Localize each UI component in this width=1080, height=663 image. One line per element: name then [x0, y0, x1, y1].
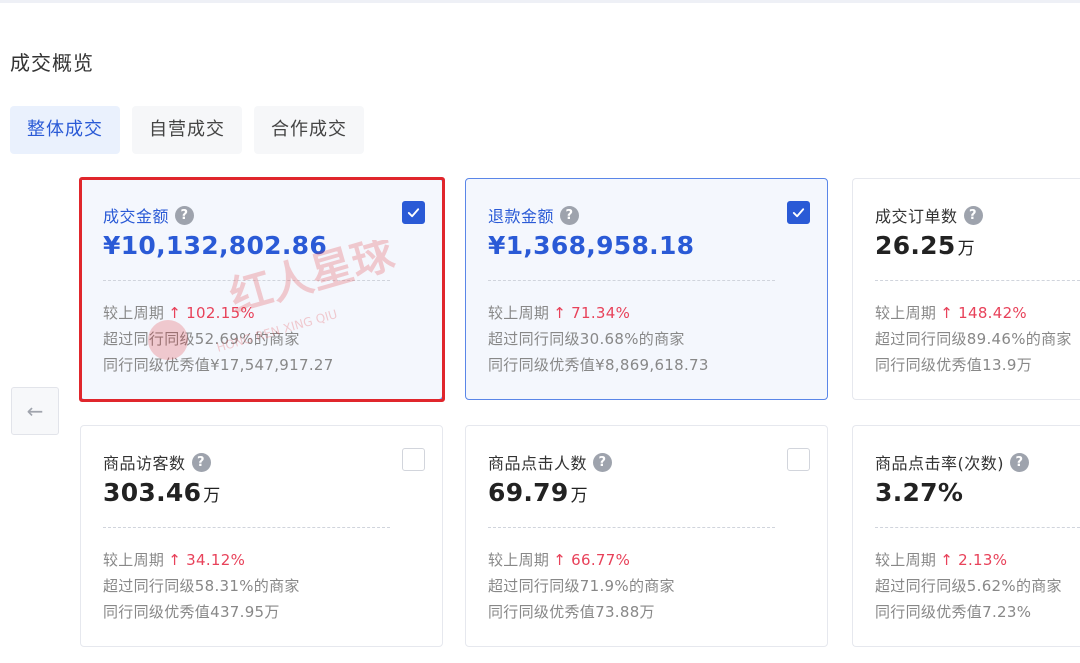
card-value: ¥10,132,802.86: [103, 231, 329, 260]
tab-self-operated[interactable]: 自营成交: [132, 106, 242, 154]
card-title-label: 成交订单数: [875, 207, 958, 226]
card-value: 69.79 万: [488, 478, 588, 507]
dashed-divider: [488, 527, 775, 528]
card-value-number: ¥10,132,802.86: [103, 231, 328, 260]
metric-card-refund[interactable]: 退款金额 ? ¥1,368,958.18 较上周期 ↑ 71.34% 超过同行同级…: [465, 178, 828, 400]
compare-row: 较上周期 ↑ 66.77%: [488, 549, 630, 570]
tab-overall[interactable]: 整体成交: [10, 106, 120, 154]
card-value-number: 69.79: [488, 478, 569, 507]
metric-card-gmv[interactable]: 成交金额 ? ¥10,132,802.86 较上周期 ↑ 102.15% 超过同行…: [79, 177, 445, 402]
metric-card-orders[interactable]: 成交订单数 ? 26.25 万 较上周期 ↑ 148.42% 超过同行同级89.46…: [852, 178, 1080, 400]
card-value: 26.25 万: [875, 231, 975, 260]
check-icon: [792, 208, 805, 218]
compare-label: 较上周期: [103, 304, 165, 322]
top-divider: [0, 0, 1080, 3]
arrow-left-icon: ←: [26, 399, 44, 423]
dashed-divider: [488, 280, 775, 281]
compare-row: 较上周期 ↑ 34.12%: [103, 549, 245, 570]
peer-beat-text: 超过同行同级5.62%的商家: [875, 577, 1062, 595]
compare-label: 较上周期: [875, 551, 937, 569]
card-title: 商品点击率(次数) ?: [875, 450, 1029, 474]
card-title: 退款金额 ?: [488, 203, 580, 227]
metric-card-visitors[interactable]: 商品访客数 ? 303.46 万 较上周期 ↑ 34.12% 超过同行同级58.31…: [80, 425, 443, 647]
card-value-number: 26.25: [875, 231, 956, 260]
compare-label: 较上周期: [488, 551, 550, 569]
card-title: 商品访客数 ?: [103, 450, 211, 474]
card-checkbox[interactable]: [787, 448, 810, 471]
dashed-divider: [875, 527, 1080, 528]
card-value: 3.27%: [875, 478, 965, 507]
tab-cooperation[interactable]: 合作成交: [254, 106, 364, 154]
peer-best-text: 同行同级优秀值7.23%: [875, 603, 1032, 621]
peer-best-text: 同行同级优秀值437.95万: [103, 603, 280, 621]
help-icon[interactable]: ?: [593, 452, 613, 472]
card-title-label: 退款金额: [488, 207, 555, 226]
peer-beat-text: 超过同行同级71.9%的商家: [488, 577, 675, 595]
compare-label: 较上周期: [488, 304, 550, 322]
card-value: ¥1,368,958.18: [488, 231, 696, 260]
check-icon: [407, 208, 420, 218]
peer-beat-text: 超过同行同级30.68%的商家: [488, 330, 685, 348]
card-value-number: ¥1,368,958.18: [488, 231, 695, 260]
card-title-label: 商品访客数: [103, 454, 186, 473]
tab-bar: 整体成交 自营成交 合作成交: [10, 106, 376, 154]
card-value-number: 303.46: [103, 478, 202, 507]
compare-label: 较上周期: [103, 551, 165, 569]
card-value-unit: 万: [570, 486, 588, 506]
peer-best-text: 同行同级优秀值¥8,869,618.73: [488, 356, 709, 374]
peer-beat-text: 超过同行同级52.69%的商家: [103, 330, 300, 348]
trend-up: ↑ 66.77%: [553, 551, 631, 569]
trend-up: ↑ 71.34%: [553, 304, 631, 322]
compare-label: 较上周期: [875, 304, 937, 322]
compare-row: 较上周期 ↑ 2.13%: [875, 549, 1007, 570]
trend-up: ↑ 148.42%: [940, 304, 1027, 322]
help-icon[interactable]: ?: [1010, 452, 1029, 472]
help-icon[interactable]: ?: [175, 205, 195, 225]
card-title-label: 商品点击人数: [488, 454, 588, 473]
dashed-divider: [103, 280, 390, 281]
prev-page-button[interactable]: ←: [11, 387, 59, 435]
peer-beat-text: 超过同行同级58.31%的商家: [103, 577, 300, 595]
card-value: 303.46 万: [103, 478, 221, 507]
peer-best-text: 同行同级优秀值73.88万: [488, 603, 655, 621]
help-icon[interactable]: ?: [560, 205, 580, 225]
card-title: 商品点击人数 ?: [488, 450, 613, 474]
card-checkbox[interactable]: [787, 201, 810, 224]
card-title-label: 成交金额: [103, 207, 170, 226]
trend-up: ↑ 102.15%: [168, 304, 255, 322]
trend-up: ↑ 34.12%: [168, 551, 246, 569]
compare-row: 较上周期 ↑ 148.42%: [875, 302, 1027, 323]
compare-row: 较上周期 ↑ 71.34%: [488, 302, 630, 323]
peer-beat-text: 超过同行同级89.46%的商家: [875, 330, 1072, 348]
compare-row: 较上周期 ↑ 102.15%: [103, 302, 255, 323]
metric-card-click-users[interactable]: 商品点击人数 ? 69.79 万 较上周期 ↑ 66.77% 超过同行同级71.9%…: [465, 425, 828, 647]
section-title: 成交概览: [10, 51, 94, 75]
trend-up: ↑ 2.13%: [940, 551, 1008, 569]
card-value-unit: 万: [203, 486, 221, 506]
card-checkbox[interactable]: [402, 448, 425, 471]
peer-best-text: 同行同级优秀值13.9万: [875, 356, 1032, 374]
metric-card-ctr[interactable]: 商品点击率(次数) ? 3.27% 较上周期 ↑ 2.13% 超过同行同级5.62…: [852, 425, 1080, 647]
card-value-number: 3.27%: [875, 478, 964, 507]
card-checkbox[interactable]: [402, 201, 425, 224]
card-title: 成交金额 ?: [103, 203, 195, 227]
dashed-divider: [103, 527, 390, 528]
card-value-unit: 万: [957, 239, 975, 259]
card-title-label: 商品点击率(次数): [875, 454, 1004, 473]
help-icon[interactable]: ?: [191, 452, 211, 472]
peer-best-text: 同行同级优秀值¥17,547,917.27: [103, 356, 334, 374]
card-title: 成交订单数 ?: [875, 203, 983, 227]
help-icon[interactable]: ?: [963, 205, 983, 225]
dashed-divider: [875, 280, 1080, 281]
